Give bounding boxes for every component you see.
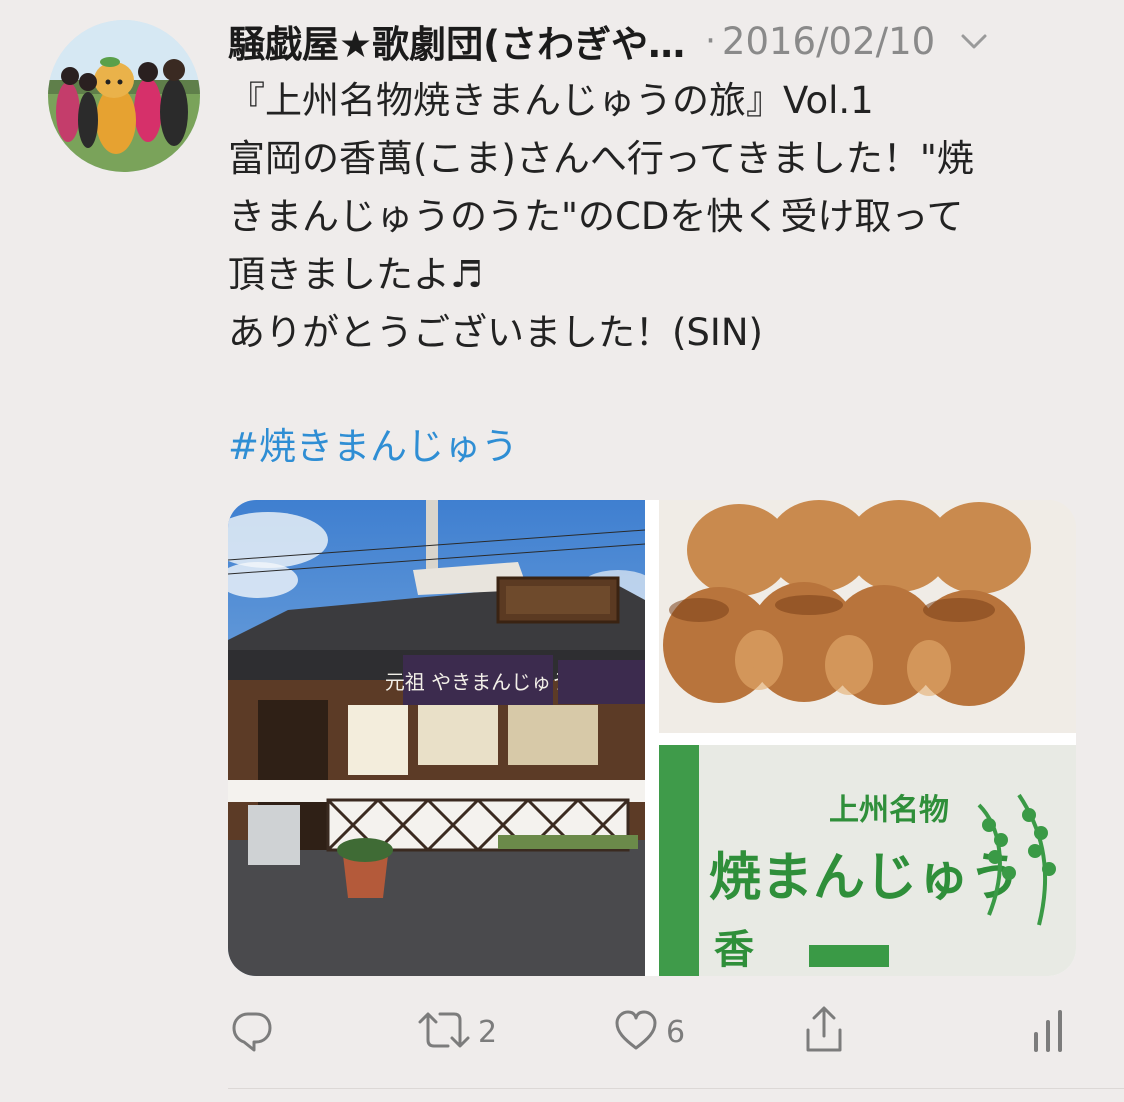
- reply-icon: [228, 1006, 276, 1058]
- reply-button[interactable]: [228, 1004, 282, 1060]
- heart-icon: [612, 1006, 660, 1058]
- manju-photo[interactable]: [659, 500, 1076, 733]
- tweet[interactable]: 騒戯屋★歌劇団(さわぎや… · 2016/02/10 『上州名物焼きまんじゅうの…: [0, 0, 1124, 1102]
- like-count: 6: [666, 1014, 686, 1050]
- tweet-text-line: 富岡の香萬(こま)さんへ行ってきました！"焼: [228, 137, 974, 180]
- tweet-text-line: 頂きましたよ♬: [228, 253, 484, 296]
- tweet-text-line: 『上州名物焼きまんじゅうの旅』Vol.1: [228, 79, 874, 122]
- retweet-button[interactable]: 2: [416, 1004, 497, 1060]
- bag-text-small: 上州名物: [829, 793, 949, 828]
- bag-photo[interactable]: 上州名物 焼まんじゅう 香: [659, 745, 1076, 976]
- share-button[interactable]: [800, 1004, 854, 1060]
- hashtag-link[interactable]: #焼きまんじゅう: [228, 418, 518, 476]
- bag-text-large: 焼まんじゅう: [709, 848, 1021, 908]
- separator-dot: ·: [705, 21, 716, 61]
- analytics-button[interactable]: [1028, 1004, 1074, 1060]
- shop-photo[interactable]: 元祖 やきまんじゅう: [228, 500, 645, 976]
- analytics-icon: [1028, 1006, 1068, 1058]
- tweet-header: 騒戯屋★歌劇団(さわぎや… · 2016/02/10: [228, 16, 1098, 66]
- tweet-date[interactable]: 2016/02/10: [722, 20, 935, 63]
- chevron-down-icon[interactable]: [957, 26, 991, 56]
- tweet-text-line: ありがとうございました！(SIN): [228, 311, 763, 354]
- shop-sign-text: 元祖 やきまんじゅう: [385, 670, 571, 694]
- retweet-icon: [416, 1006, 472, 1058]
- display-name[interactable]: 騒戯屋★歌劇団(さわぎや…: [228, 14, 685, 68]
- like-button[interactable]: 6: [612, 1004, 685, 1060]
- tweet-text: 『上州名物焼きまんじゅうの旅』Vol.1 富岡の香萬(こま)さんへ行ってきました…: [228, 72, 1098, 362]
- media-grid: 元祖 やきまんじゅう 上州名物 焼まんじゅう 香: [228, 500, 1076, 976]
- share-icon: [800, 1004, 848, 1060]
- divider: [228, 1088, 1124, 1089]
- retweet-count: 2: [478, 1014, 498, 1050]
- avatar[interactable]: [48, 20, 200, 172]
- tweet-text-line: きまんじゅうのうた"のCDを快く受け取って: [228, 195, 964, 238]
- action-bar: 2 6: [228, 1004, 1088, 1060]
- bag-text-bottom: 香: [714, 927, 754, 973]
